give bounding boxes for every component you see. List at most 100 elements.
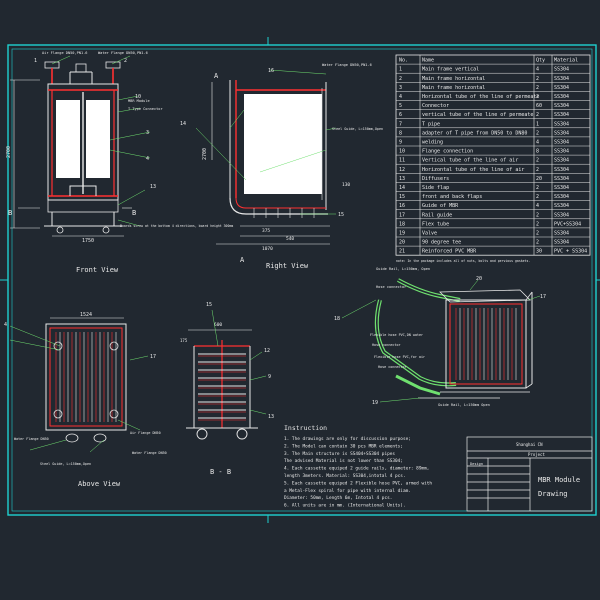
front-air-flange-label: Air Flange DN50,PN1.6 (42, 51, 87, 55)
section-balloon-9: 9 (268, 374, 271, 380)
bom-cell-no: 4 (399, 94, 402, 100)
bom-note: note: In the package includes all of nut… (396, 259, 530, 263)
bom-row: 3 Main frame horizontal 2 SS304 (399, 85, 569, 91)
bom-cell-no: 11 (399, 158, 405, 164)
title-company: Shanghai CN (516, 442, 543, 447)
section-mark-b-left: B (8, 209, 12, 217)
right-dim-b2: 540 (286, 236, 294, 242)
bom-cell-no: 21 (399, 249, 405, 255)
bom-row: 2 Main frame horizontal 2 SS304 (399, 76, 569, 82)
bom-cell-material: SS304 (554, 130, 569, 136)
bom-cell-qty: 2 (536, 221, 539, 227)
section-b-view: 600 175 15 12 9 13 B - B (180, 302, 274, 476)
bom-cell-no: 8 (399, 130, 402, 136)
bom-cell-name: Connector (422, 103, 449, 109)
bom-row: 8 adapter of T pipe from DN50 to DN80 2 SS3… (399, 130, 569, 136)
bom-cell-no: 13 (399, 176, 405, 182)
instruction-line: 2. The Model can contain 30 pcs MBR elem… (284, 443, 403, 449)
bom-cell-material: SS304 (554, 176, 569, 182)
bom-cell-no: 1 (399, 67, 402, 73)
drawing-canvas: 2700 1750 B B Air Flange DN50,PN1.6 Wate… (0, 37, 600, 523)
bom-cell-material: SS304 (554, 140, 569, 146)
bom-row: 13 Diffusers 20 SS304 (399, 176, 569, 182)
section-mark-a-bottom: A (240, 256, 245, 264)
bom-cell-no: 3 (399, 85, 402, 91)
bom-cell-material: SS304 (554, 121, 569, 127)
iso-hose-connector-2: Hose connector (372, 343, 401, 347)
instruction-line: 3. The Main structure is SS404+SS304 pip… (284, 451, 395, 457)
bom-cell-qty: 60 (536, 103, 542, 109)
bom-cell-material: PVC+SS304 (554, 221, 581, 227)
bom-cell-name: Main frame horizontal (422, 76, 485, 82)
isometric-view: Guide Rail, L=150mm, Open Hose connector… (334, 267, 546, 407)
instruction-line: 6. All units are in mm. (International U… (284, 503, 406, 509)
section-balloon-15: 15 (206, 302, 212, 308)
bom-cell-qty: 20 (536, 176, 542, 182)
iso-slats (455, 308, 517, 380)
bom-cell-qty: 30 (536, 249, 542, 255)
bom-cell-qty: 2 (536, 130, 539, 136)
bom-row: 1 Main frame vertical 4 SS304 (399, 67, 569, 73)
front-t-connector-label: T Type Connector (128, 107, 163, 111)
bom-cell-qty: 2 (536, 158, 539, 164)
right-dim-width: 1070 (262, 246, 273, 252)
title-design-label: Design (470, 462, 483, 466)
front-balloon-3: 3 (146, 130, 149, 136)
front-width-dim: 1750 (82, 238, 94, 244)
bom-cell-qty: 2 (536, 231, 539, 237)
section-mark-b-right: B (132, 209, 136, 217)
bom-cell-name: Horizontal tube of the line of permeate (422, 94, 539, 100)
bom-cell-material: SS304 (554, 203, 569, 209)
bom-cell-no: 7 (399, 121, 402, 127)
title-line-2: Drawing (538, 490, 568, 498)
bom-cell-no: 16 (399, 203, 405, 209)
iso-guide-rail-bottom: Guide Rail, L=150mm Open (438, 403, 490, 407)
bom-cell-no: 17 (399, 212, 405, 218)
bom-cell-qty: 8 (536, 149, 539, 155)
bom-cell-name: Vertical tube of the line of air (422, 158, 518, 164)
instruction-line: length 3meters. Material: SS304,intotal … (284, 473, 406, 479)
bom-cell-material: SS304 (554, 149, 569, 155)
bom-row: 11 Vertical tube of the line of air 2 SS304 (399, 158, 569, 164)
bom-cell-qty: 4 (536, 203, 539, 209)
bom-row: 20 90 degree tee 2 SS304 (399, 240, 569, 246)
section-mark-a-top: A (214, 72, 219, 80)
bom-cell-no: 6 (399, 112, 402, 118)
instruction-line: 5. Each cassette equiped 2 Flexible hose… (284, 480, 432, 486)
section-dim-h1: 600 (214, 322, 222, 328)
bom-cell-qty: 4 (536, 140, 539, 146)
bom-row: 9 welding 4 SS304 (399, 140, 569, 146)
right-view: A A 2700 375 540 1070 130 Water Flange D… (180, 63, 383, 270)
bom-cell-material: SS304 (554, 67, 569, 73)
iso-hose-connector-3: Hose connector (378, 365, 407, 369)
front-balloon-1: 1 (34, 58, 37, 64)
bom-cell-name: Flex tube (422, 221, 449, 227)
bom-row: 17 Rail guide 2 SS304 (399, 212, 569, 218)
bom-table: No. Name Qty Material 1 Main frame vertical 4 S… (395, 54, 591, 256)
bom-row: 16 Guide of MBR 4 SS304 (399, 203, 569, 209)
title-block (466, 436, 593, 512)
right-dim-b1: 375 (262, 228, 270, 234)
bom-row: 4 Horizontal tube of the line of permeate… (399, 94, 569, 100)
instruction-line: 1. The drawings are only for discussion … (284, 436, 411, 442)
bom-cell-no: 12 (399, 167, 405, 173)
bom-cell-no: 2 (399, 76, 402, 82)
bom-cell-material: SS304 (554, 185, 569, 191)
above-view-title: Above View (78, 480, 121, 488)
bom-cell-material: SS304 (554, 167, 569, 173)
bom-row: 15 front and back flaps 2 SS304 (399, 194, 569, 200)
section-balloon-12: 12 (264, 348, 270, 354)
bom-cell-name: T pipe (422, 121, 440, 127)
bom-cell-name: Guide of MBR (422, 203, 459, 209)
bom-row: 7 T pipe 1 SS304 (399, 121, 569, 127)
bom-cell-qty: 2 (536, 240, 539, 246)
front-balloon-13: 13 (150, 184, 156, 190)
bom-cell-qty: 4 (536, 67, 539, 73)
section-view-title: B - B (210, 468, 231, 476)
bom-cell-qty: 2 (536, 167, 539, 173)
bom-cell-name: Diffusers (422, 176, 449, 182)
right-dim-height: 2700 (202, 148, 208, 160)
bom-cell-material: SS304 (554, 158, 569, 164)
above-view-slats (55, 332, 117, 422)
front-balloon-2: 2 (124, 58, 127, 64)
